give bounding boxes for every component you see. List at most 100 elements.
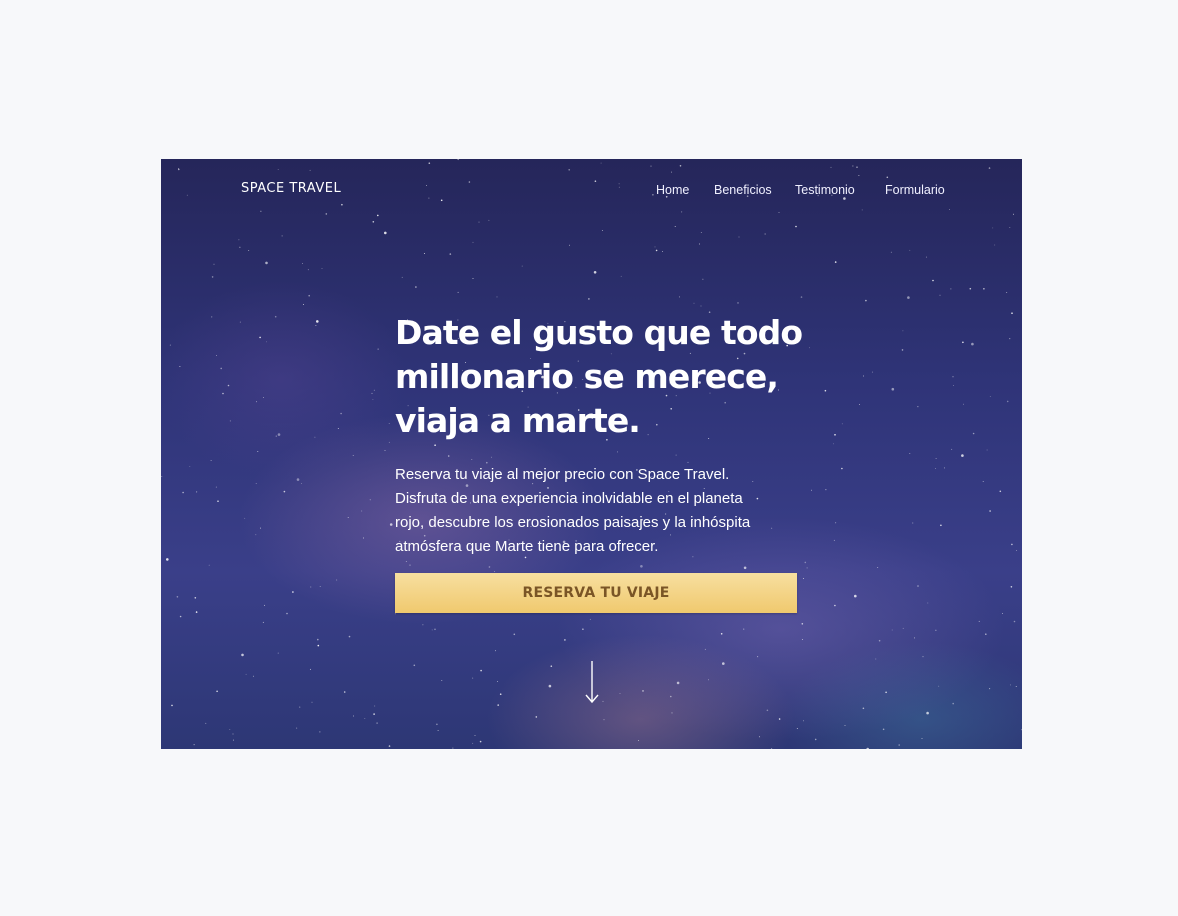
star (422, 624, 424, 626)
star (925, 256, 927, 258)
star (801, 623, 804, 625)
star (431, 629, 433, 631)
star (229, 420, 231, 422)
star (1009, 684, 1011, 686)
star (415, 286, 417, 288)
hero-content: Date el gusto que todo millonario se mer… (395, 311, 815, 559)
star (841, 467, 843, 470)
star (662, 251, 663, 253)
star (217, 500, 219, 503)
star (239, 321, 241, 323)
star (229, 729, 231, 730)
star (620, 275, 622, 277)
star (423, 253, 425, 254)
star (1011, 543, 1013, 546)
star (638, 740, 639, 742)
star (472, 278, 474, 280)
star (863, 375, 864, 377)
star (961, 454, 964, 457)
star (371, 392, 373, 394)
star (985, 633, 987, 635)
star (989, 396, 991, 398)
star (795, 225, 797, 228)
star (277, 433, 281, 436)
star (834, 434, 836, 436)
star (213, 263, 215, 265)
star (241, 653, 244, 657)
star (854, 594, 857, 598)
nav-link-testimonio[interactable]: Testimonio (795, 183, 855, 197)
arrow-down-icon[interactable] (583, 659, 601, 707)
star (182, 491, 184, 494)
star (499, 693, 502, 695)
star (989, 688, 991, 690)
star (912, 522, 914, 524)
star (722, 662, 725, 665)
star (969, 287, 972, 290)
star (939, 294, 941, 296)
star (700, 305, 702, 307)
star (914, 637, 916, 639)
star (389, 523, 393, 526)
star (166, 558, 169, 561)
top-navigation: SPACE TRAVEL Home Beneficios Testimonio … (161, 159, 1022, 223)
star (593, 271, 597, 274)
star (377, 348, 379, 350)
star (317, 644, 320, 647)
star (265, 261, 268, 265)
star (921, 738, 923, 739)
hero-description: Reserva tu viaje al mejor precio con Spa… (395, 466, 751, 555)
star (161, 476, 163, 477)
star (452, 747, 454, 749)
nav-link-beneficios[interactable]: Beneficios (714, 183, 772, 197)
star (619, 693, 621, 695)
nav-link-home[interactable]: Home (656, 183, 689, 197)
star (926, 711, 929, 715)
star (216, 690, 218, 693)
star (245, 673, 247, 675)
star (589, 618, 591, 620)
star (737, 302, 739, 304)
star (901, 349, 904, 351)
star (890, 251, 892, 253)
star (353, 715, 354, 717)
star (943, 467, 945, 469)
star (994, 244, 996, 246)
star (1009, 227, 1011, 229)
star (952, 385, 954, 386)
star (922, 656, 924, 658)
star (255, 534, 257, 536)
star (316, 320, 319, 323)
star (603, 719, 605, 721)
star (1006, 291, 1008, 293)
star (256, 401, 257, 403)
star (704, 648, 706, 650)
star (373, 389, 375, 391)
nav-link-formulario[interactable]: Formulario (885, 183, 945, 197)
reserve-trip-button[interactable]: RESERVA TU VIAJE (395, 573, 797, 613)
star (971, 342, 974, 346)
star (394, 613, 396, 615)
star (277, 652, 279, 654)
star (497, 681, 499, 683)
star (992, 227, 994, 229)
star (950, 288, 952, 290)
star (1011, 312, 1013, 314)
star (262, 396, 264, 398)
star (758, 736, 760, 738)
star (494, 571, 496, 572)
star (336, 579, 338, 581)
star (757, 656, 759, 658)
star (216, 354, 217, 356)
star (978, 620, 980, 622)
star (441, 680, 443, 682)
star (535, 716, 538, 718)
star (1015, 685, 1017, 687)
star (474, 735, 476, 737)
star (963, 403, 964, 405)
star (195, 611, 198, 613)
star (862, 707, 865, 710)
star (472, 241, 474, 243)
star (676, 681, 680, 685)
star (1006, 400, 1009, 403)
